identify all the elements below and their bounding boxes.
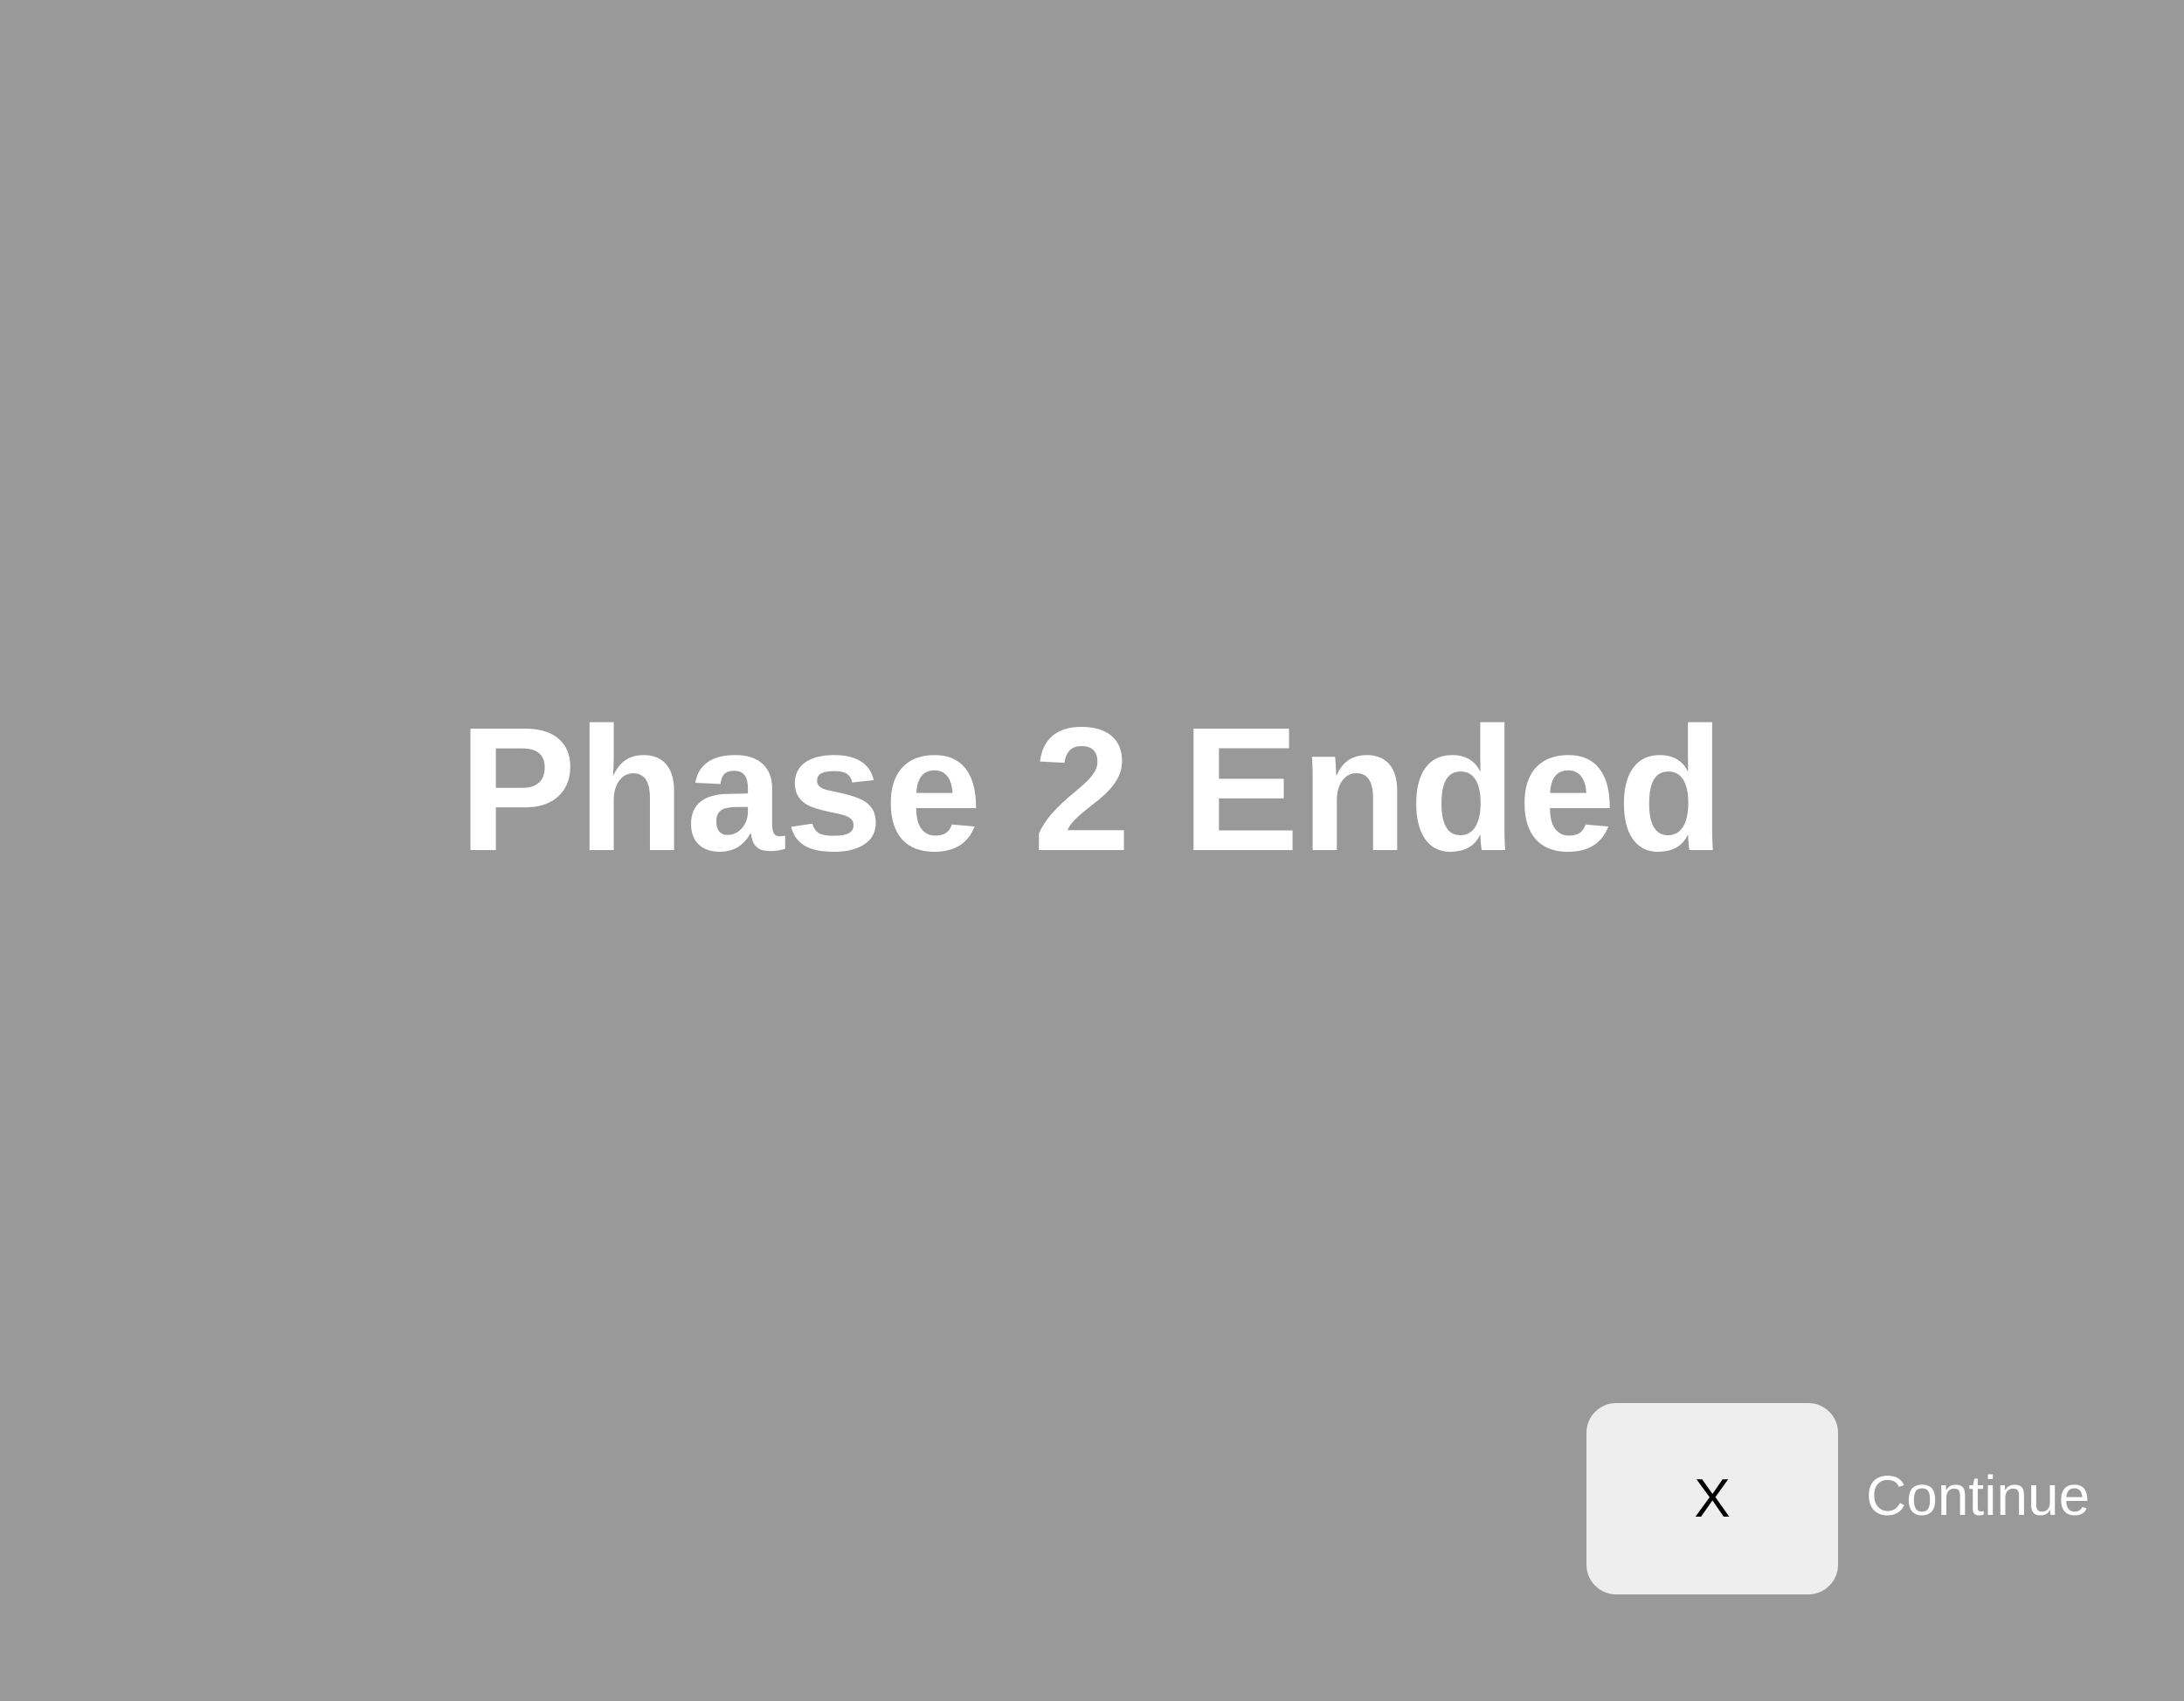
continue-key-label: X: [1694, 1468, 1731, 1529]
phase-end-screen: Phase 2 Ended X Continue: [0, 0, 2184, 1701]
continue-key-button[interactable]: X: [1586, 1403, 1838, 1594]
phase-ended-title: Phase 2 Ended: [459, 690, 1725, 888]
continue-label: Continue: [1866, 1464, 2091, 1527]
